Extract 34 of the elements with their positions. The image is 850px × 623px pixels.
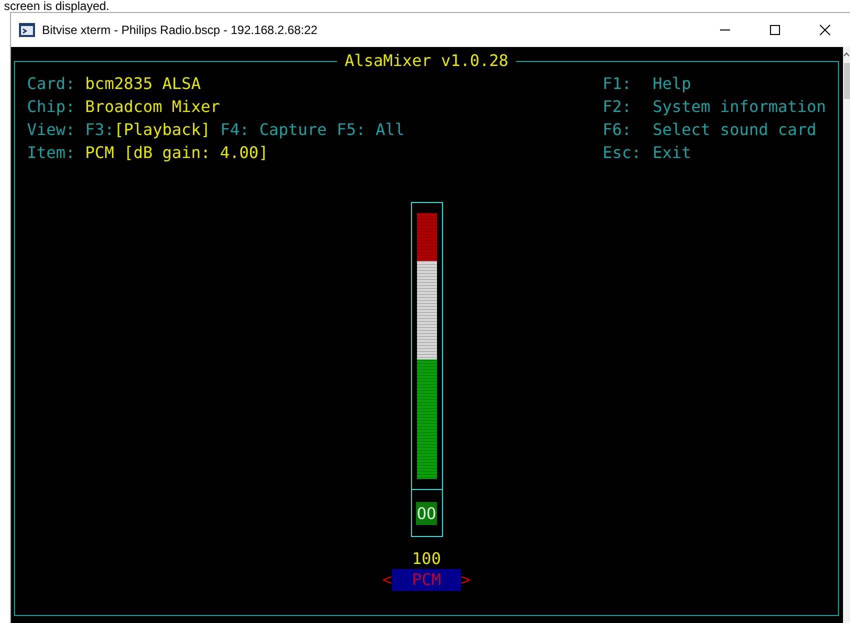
selection-arrow: > — [460, 569, 471, 591]
view-mode-key: F4: — [220, 120, 250, 139]
volume-value: 100 — [412, 549, 441, 569]
volume-meter[interactable]: OO — [410, 202, 442, 537]
info-value: bcm2835 ALSA — [85, 74, 201, 93]
window-title: Bitvise xterm - Philips Radio.bscp - 192.168.2.68:22 — [42, 23, 318, 37]
scrollbar[interactable] — [843, 47, 850, 623]
info-label: Chip: — [27, 97, 76, 116]
view-mode-tab[interactable]: [Playback] — [114, 120, 210, 139]
selection-arrow: < — [382, 569, 392, 591]
scroll-up-icon[interactable] — [843, 51, 850, 57]
close-icon — [819, 24, 831, 36]
view-mode-tab[interactable]: Capture — [259, 120, 327, 139]
shortcut-action: Help — [652, 74, 692, 93]
info-label: Card: — [27, 74, 76, 93]
view-mode-key: F5: — [336, 120, 366, 139]
shortcut-action: System information — [652, 97, 826, 116]
scrollbar-thumb[interactable] — [844, 63, 850, 99]
maximize-icon — [769, 24, 781, 36]
info-value: PCM [dB gain: 4.00] — [85, 143, 268, 162]
view-mode-key: F3: — [85, 120, 114, 139]
shortcut-key: F6: — [602, 118, 653, 141]
view-mode-tab[interactable]: All — [376, 120, 405, 139]
shortcut-action: Exit — [652, 143, 692, 162]
shortcut-key: Esc: — [602, 141, 653, 164]
shortcut-key: F2: — [602, 95, 653, 118]
mute-indicator[interactable]: OO — [416, 502, 438, 524]
terminal-icon — [19, 23, 35, 37]
info-label: Item: — [27, 143, 76, 162]
info-value: Broadcom Mixer — [85, 97, 220, 116]
caption-text: screen is displayed. — [3, 0, 110, 12]
shortcut-key: F1: — [602, 72, 653, 95]
info-label: View: — [27, 120, 76, 139]
shortcut-action: Select sound card — [652, 120, 816, 139]
